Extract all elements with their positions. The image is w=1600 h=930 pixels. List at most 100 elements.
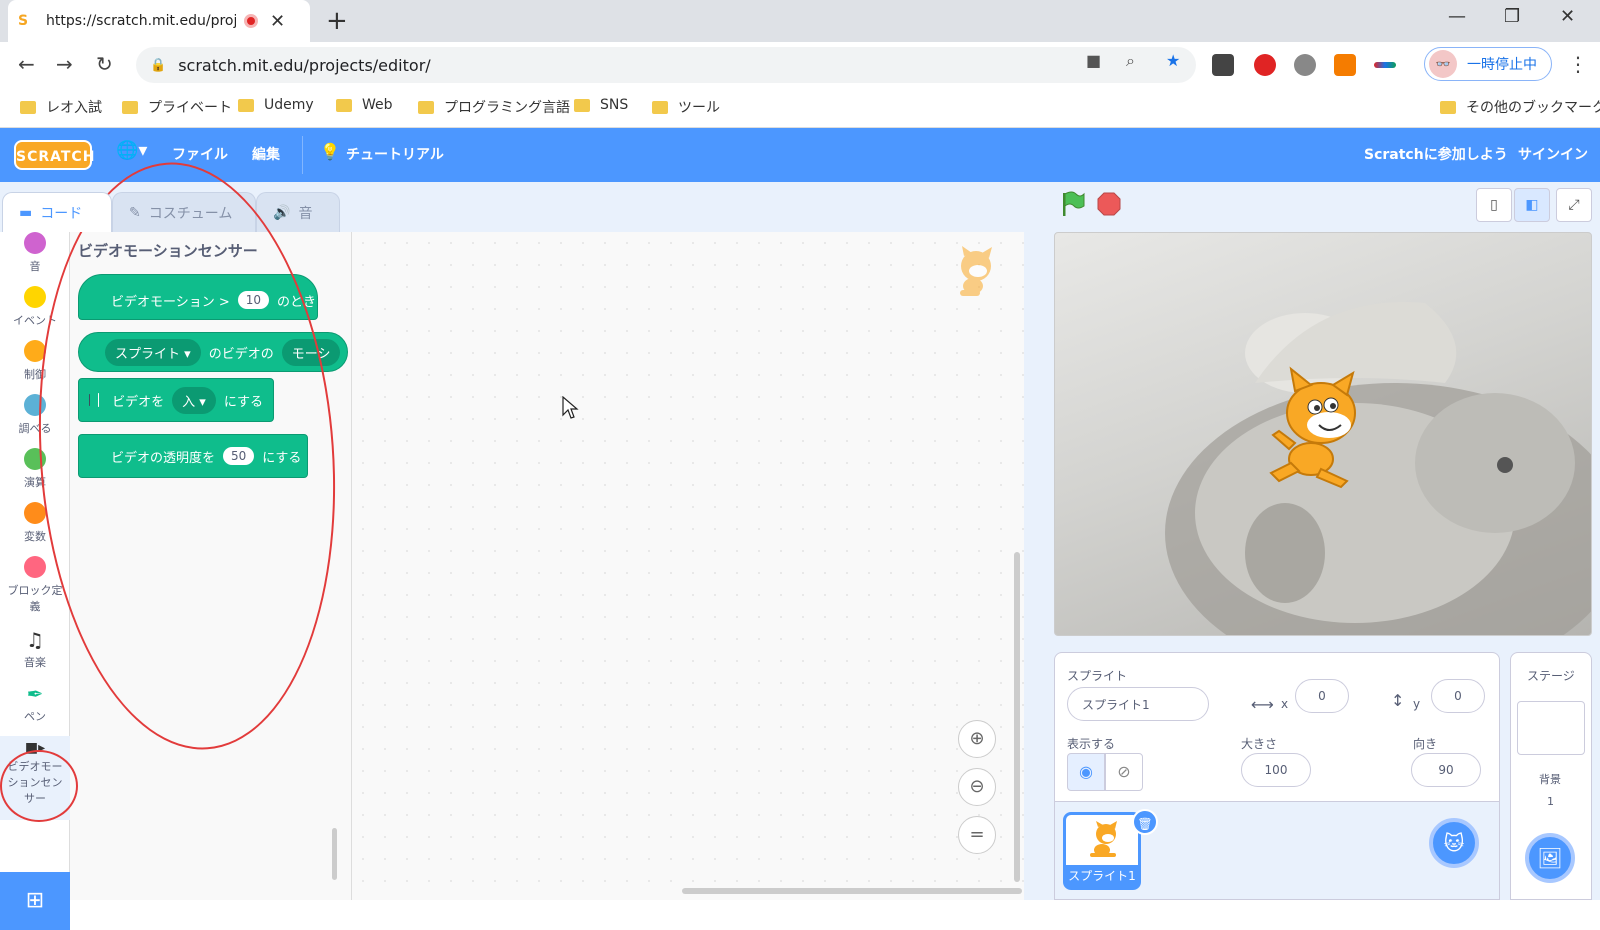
qr-extension-icon[interactable] xyxy=(1212,54,1234,76)
code-blocks-icon: ▬ xyxy=(19,205,32,221)
new-tab-button[interactable]: + xyxy=(326,6,348,36)
add-backdrop-button[interactable]: 🖼 xyxy=(1525,833,1575,883)
browser-tab[interactable]: S https://scratch.mit.edu/proje ✕ xyxy=(8,0,310,42)
stop-sign-icon[interactable] xyxy=(1097,192,1121,216)
normal-stage-button[interactable]: ◧ xyxy=(1514,188,1550,222)
stage-target-panel[interactable]: ステージ 背景 1 🖼 xyxy=(1510,652,1592,900)
browser-tab-bar: S https://scratch.mit.edu/proje ✕ + — ❐ … xyxy=(0,0,1600,42)
tab-code[interactable]: ▬ コード xyxy=(2,192,112,232)
browser-menu-icon[interactable]: ⋮ xyxy=(1568,52,1588,76)
folder-icon xyxy=(574,99,590,112)
skype-extension-icon[interactable] xyxy=(1294,54,1316,76)
green-flag-icon[interactable] xyxy=(1060,190,1086,218)
small-stage-button[interactable]: ▯ xyxy=(1476,188,1512,222)
y-position-input[interactable]: 0 xyxy=(1431,679,1485,713)
x-position-input[interactable]: 0 xyxy=(1295,679,1349,713)
zoom-in-button[interactable]: ⊕ xyxy=(958,720,996,758)
bookmark-folder[interactable]: SNS xyxy=(574,97,628,113)
profile-label: 一時停止中 xyxy=(1467,54,1537,74)
tab-sound[interactable]: 🔊 音 xyxy=(256,192,340,232)
speaker-icon: 🔊 xyxy=(273,205,290,221)
back-button[interactable]: ← xyxy=(18,52,35,76)
zoom-out-button[interactable]: ⊖ xyxy=(958,768,996,806)
editor-workspace: ▬ コード ✎ コスチューム 🔊 音 音 イベント 制御 調べる 演算 xyxy=(0,182,1600,900)
forward-button[interactable]: → xyxy=(56,52,73,76)
sprite-name-input[interactable]: スプライト1 xyxy=(1067,687,1209,721)
y-label: y xyxy=(1413,697,1420,711)
bookmark-folder[interactable]: ツール xyxy=(652,97,720,117)
category-music[interactable]: ♫ 音楽 xyxy=(0,628,70,670)
scratch-favicon-icon: S xyxy=(18,13,34,29)
add-sprite-button[interactable]: 🐱 xyxy=(1429,818,1479,868)
category-dot-icon xyxy=(24,556,46,578)
stage-canvas[interactable] xyxy=(1054,232,1592,636)
restore-button[interactable]: ❐ xyxy=(1504,6,1520,27)
stage-thumbnail[interactable] xyxy=(1517,701,1585,755)
size-input[interactable]: 100 xyxy=(1241,753,1311,787)
bookmark-folder[interactable]: Web xyxy=(336,97,393,113)
zoom-icon[interactable]: ⌕ xyxy=(1126,51,1135,71)
join-scratch-link[interactable]: Scratchに参加しよう xyxy=(1364,144,1508,164)
bookmark-star-icon[interactable]: ★ xyxy=(1166,51,1180,70)
camera-icon[interactable]: ■ xyxy=(1086,51,1101,70)
category-dot-icon xyxy=(24,502,46,524)
music-note-icon: ♫ xyxy=(0,628,70,652)
sprite-info-panel: スプライト スプライト1 ⟷ x 0 ↕ y 0 表示する ◉ ⊘ 大きさ 10… xyxy=(1054,652,1500,802)
script-area-vertical-scrollbar[interactable] xyxy=(1014,552,1020,882)
tab-close-icon[interactable]: ✕ xyxy=(270,11,285,32)
script-area[interactable]: ⊕ ⊖ = xyxy=(352,232,1024,900)
show-label: 表示する xyxy=(1067,735,1115,752)
bookmark-folder[interactable]: Udemy xyxy=(238,97,314,113)
avatar: 👓 xyxy=(1429,50,1457,78)
tab-title: https://scratch.mit.edu/proje xyxy=(46,13,236,29)
category-dot-icon xyxy=(24,232,46,254)
close-window-button[interactable]: ✕ xyxy=(1560,6,1575,27)
size-label: 大きさ xyxy=(1241,735,1277,752)
hide-sprite-eye-icon[interactable]: ⊘ xyxy=(1105,753,1143,791)
delete-sprite-trash-icon[interactable]: 🗑 xyxy=(1132,809,1158,835)
cat-sprite-icon xyxy=(1084,821,1124,861)
category-pen[interactable]: ✒ ペン xyxy=(0,682,70,724)
category-sound[interactable]: 音 xyxy=(0,232,70,274)
red-extension-icon[interactable] xyxy=(1254,54,1276,76)
reload-button[interactable]: ↻ xyxy=(96,52,113,76)
add-extension-button[interactable]: ⊞ xyxy=(0,872,70,930)
sprite-thumbnail-name: スプライト1 xyxy=(1066,865,1138,887)
direction-input[interactable]: 90 xyxy=(1411,753,1481,787)
lock-icon: 🔒 xyxy=(150,58,166,73)
palette-scrollbar[interactable] xyxy=(332,828,337,880)
folder-icon xyxy=(122,101,138,114)
scratch-logo[interactable]: SCRATCH xyxy=(14,140,92,170)
profile-button[interactable]: 👓 一時停止中 xyxy=(1424,47,1552,81)
category-dot-icon xyxy=(24,286,46,308)
rainbow-extension-icon[interactable] xyxy=(1374,62,1396,68)
backdrop-label: 背景 xyxy=(1539,771,1561,787)
zoom-reset-button[interactable]: = xyxy=(958,816,996,854)
annotation-circle xyxy=(0,750,78,822)
folder-icon xyxy=(418,101,434,114)
file-menu[interactable]: ファイル xyxy=(172,144,228,164)
folder-icon xyxy=(238,99,254,112)
fullscreen-button[interactable]: ⤢ xyxy=(1556,188,1592,222)
chart-extension-icon[interactable] xyxy=(1334,54,1356,76)
other-bookmarks[interactable]: その他のブックマーク xyxy=(1440,97,1600,117)
bookmark-folder[interactable]: プログラミング言語 xyxy=(418,97,570,117)
mouse-cursor-icon xyxy=(562,396,580,420)
edit-menu[interactable]: 編集 xyxy=(252,144,280,164)
webcam-video-image xyxy=(1055,233,1592,636)
script-area-horizontal-scrollbar[interactable] xyxy=(682,888,1022,894)
show-sprite-eye-icon[interactable]: ◉ xyxy=(1067,753,1105,791)
backdrop-count: 1 xyxy=(1547,795,1554,808)
language-globe-icon[interactable]: 🌐▾ xyxy=(116,140,147,161)
minimize-button[interactable]: — xyxy=(1448,6,1466,27)
bookmark-folder[interactable]: プライベート xyxy=(122,97,232,117)
bookmarks-bar: レオ入試 プライベート Udemy Web プログラミング言語 SNS ツール … xyxy=(0,88,1600,128)
folder-icon xyxy=(652,101,668,114)
signin-link[interactable]: サインイン xyxy=(1518,144,1588,164)
bookmark-folder[interactable]: レオ入試 xyxy=(20,97,102,117)
tutorial-menu[interactable]: チュートリアル xyxy=(346,144,444,164)
recording-indicator-icon xyxy=(244,14,258,28)
stage-title: ステージ xyxy=(1527,667,1575,684)
sprite-thumbnail[interactable]: スプライト1 🗑 xyxy=(1063,812,1141,890)
address-bar[interactable]: 🔒 scratch.mit.edu/projects/editor/ xyxy=(136,47,1196,83)
